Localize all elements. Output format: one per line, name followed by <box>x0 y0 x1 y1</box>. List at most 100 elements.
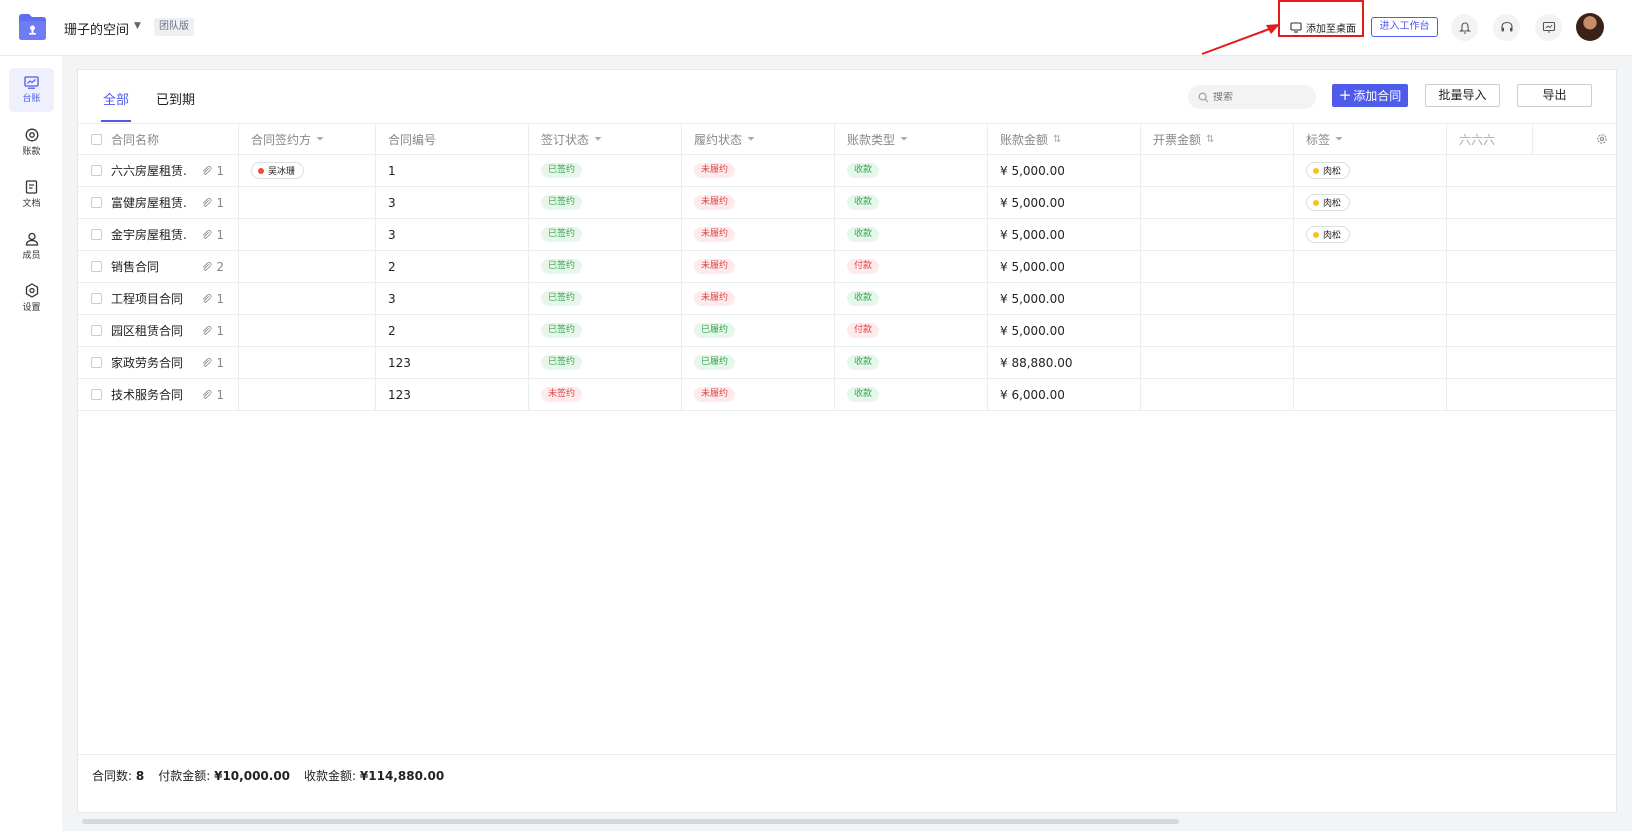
column-divider[interactable] <box>834 124 835 154</box>
sidebar-item-member[interactable]: 成员 <box>9 224 54 268</box>
table-row[interactable]: 销售合同 2 2 已签约 未履约 付款 ¥ 5,000.00 <box>78 251 1616 283</box>
column-divider[interactable] <box>375 124 376 154</box>
sort-icon[interactable]: ⇅ <box>1053 134 1061 145</box>
select-all-checkbox[interactable] <box>91 133 102 145</box>
row-checkbox[interactable] <box>91 389 102 400</box>
contract-name-cell[interactable]: 技术服务合同 1 <box>78 379 238 410</box>
column-header-name[interactable]: 合同名称 <box>78 124 238 154</box>
contract-name-cell[interactable]: 工程项目合同 1 <box>78 283 238 314</box>
tab-all[interactable]: 全部 <box>103 89 129 108</box>
column-header-custom[interactable]: 六六六 <box>1446 124 1532 154</box>
contract-name-cell[interactable]: 六六房屋租赁... 1 <box>78 155 238 186</box>
column-header-number[interactable]: 合同编号 <box>375 124 528 154</box>
column-divider[interactable] <box>528 124 529 154</box>
row-checkbox[interactable] <box>91 229 102 240</box>
table-row[interactable]: 技术服务合同 1 123 未签约 未履约 收款 ¥ 6,000.00 <box>78 379 1616 411</box>
batch-import-button[interactable]: 批量导入 <box>1425 84 1500 107</box>
table-row[interactable]: 六六房屋租赁... 1 吴冰珊 1 已签约 未履约 收款 ¥ 5,000.00 … <box>78 155 1616 187</box>
invoice-value <box>1140 347 1293 378</box>
search-input[interactable] <box>1213 91 1309 103</box>
contract-name[interactable]: 销售合同 <box>111 258 187 275</box>
row-checkbox[interactable] <box>91 197 102 208</box>
add-to-desktop-button[interactable]: 添加至桌面 <box>1290 18 1356 36</box>
column-divider[interactable] <box>1532 124 1533 154</box>
contract-name[interactable]: 富健房屋租赁... <box>111 194 187 211</box>
row-checkbox[interactable] <box>91 165 102 176</box>
row-checkbox[interactable] <box>91 357 102 368</box>
tab-expired[interactable]: 已到期 <box>156 89 195 108</box>
contract-name-cell[interactable]: 家政劳务合同 1 <box>78 347 238 378</box>
user-avatar[interactable] <box>1576 13 1604 41</box>
invoice-value <box>1140 187 1293 218</box>
table-row[interactable]: 工程项目合同 1 3 已签约 未履约 收款 ¥ 5,000.00 <box>78 283 1616 315</box>
filter-icon[interactable]: ⏷ <box>900 134 908 145</box>
filter-icon[interactable]: ⏷ <box>316 134 324 145</box>
space-name[interactable]: 珊子的空间 <box>64 19 129 38</box>
column-header-sign-status[interactable]: 签订状态 ⏷ <box>528 124 681 154</box>
column-divider[interactable] <box>987 124 988 154</box>
sort-icon[interactable]: ⇅ <box>1206 134 1214 145</box>
column-header-tag[interactable]: 标签 ⏷ <box>1293 124 1446 154</box>
attachment-count[interactable]: 1 <box>201 292 224 306</box>
sidebar-item-ledger[interactable]: 台账 <box>9 68 54 112</box>
column-divider[interactable] <box>1140 124 1141 154</box>
filter-icon[interactable]: ⏷ <box>747 134 755 145</box>
column-header-perform-status[interactable]: 履约状态 ⏷ <box>681 124 834 154</box>
search-box[interactable] <box>1188 85 1316 109</box>
party-chip[interactable]: 吴冰珊 <box>251 162 305 179</box>
sidebar-item-settings[interactable]: 设置 <box>9 276 54 320</box>
export-button[interactable]: 导出 <box>1517 84 1592 107</box>
tag-chip[interactable]: 肉松 <box>1306 162 1351 179</box>
attachment-count[interactable]: 1 <box>201 356 224 370</box>
column-divider[interactable] <box>681 124 682 154</box>
column-header-party[interactable]: 合同签约方 ⏷ <box>238 124 375 154</box>
column-header-invoice[interactable]: 开票金额 ⇅ <box>1140 124 1293 154</box>
tag-chip[interactable]: 肉松 <box>1306 226 1351 243</box>
contract-name[interactable]: 工程项目合同 <box>111 290 187 307</box>
attachment-count[interactable]: 1 <box>201 228 224 242</box>
tag-chip[interactable]: 肉松 <box>1306 194 1351 211</box>
sidebar-item-document[interactable]: 文档 <box>9 172 54 216</box>
attachment-count[interactable]: 1 <box>201 324 224 338</box>
contract-name[interactable]: 技术服务合同 <box>111 386 187 403</box>
contract-name[interactable]: 金宇房屋租赁... <box>111 226 187 243</box>
table-row[interactable]: 家政劳务合同 1 123 已签约 已履约 收款 ¥ 88,880.00 <box>78 347 1616 379</box>
enter-workbench-button[interactable]: 进入工作台 <box>1371 17 1438 37</box>
table-row[interactable]: 园区租赁合同 1 2 已签约 已履约 付款 ¥ 5,000.00 <box>78 315 1616 347</box>
annotation-arrow-icon <box>1201 24 1280 55</box>
contract-name-cell[interactable]: 富健房屋租赁... 1 <box>78 187 238 218</box>
filter-icon[interactable]: ⏷ <box>594 134 602 145</box>
column-header-payment-type[interactable]: 账款类型 ⏷ <box>834 124 987 154</box>
column-settings-button[interactable] <box>1532 124 1616 154</box>
contract-name-cell[interactable]: 金宇房屋租赁... 1 <box>78 219 238 250</box>
attachment-count[interactable]: 2 <box>201 260 224 274</box>
add-contract-button[interactable]: + 添加合同 <box>1332 84 1408 107</box>
presentation-button[interactable] <box>1535 14 1562 41</box>
contract-name[interactable]: 园区租赁合同 <box>111 322 187 339</box>
attachment-count[interactable]: 1 <box>201 164 224 178</box>
table-row[interactable]: 金宇房屋租赁... 1 3 已签约 未履约 收款 ¥ 5,000.00 肉松 <box>78 219 1616 251</box>
row-checkbox[interactable] <box>91 293 102 304</box>
filter-icon[interactable]: ⏷ <box>1335 134 1343 145</box>
payment-type-badge: 付款 <box>847 323 880 338</box>
contract-name-cell[interactable]: 园区租赁合同 1 <box>78 315 238 346</box>
column-divider[interactable] <box>238 124 239 154</box>
column-divider[interactable] <box>1446 124 1447 154</box>
row-checkbox[interactable] <box>91 261 102 272</box>
attachment-count[interactable]: 1 <box>201 388 224 402</box>
column-divider[interactable] <box>1293 124 1294 154</box>
row-checkbox[interactable] <box>91 325 102 336</box>
contract-name[interactable]: 六六房屋租赁... <box>111 162 187 179</box>
chevron-down-icon[interactable]: ▼ <box>134 21 141 31</box>
notification-button[interactable] <box>1451 14 1478 41</box>
horizontal-scrollbar[interactable] <box>82 819 1179 824</box>
sidebar-item-payment[interactable]: 账款 <box>9 120 54 164</box>
column-header-amount[interactable]: 账款金额 ⇅ <box>987 124 1140 154</box>
contract-name[interactable]: 家政劳务合同 <box>111 354 187 371</box>
support-button[interactable] <box>1493 14 1520 41</box>
attachment-count[interactable]: 1 <box>201 196 224 210</box>
contract-name-cell[interactable]: 销售合同 2 <box>78 251 238 282</box>
table-row[interactable]: 富健房屋租赁... 1 3 已签约 未履约 收款 ¥ 5,000.00 肉松 <box>78 187 1616 219</box>
app-logo-icon[interactable] <box>17 13 48 41</box>
custom-cell <box>1446 219 1532 250</box>
